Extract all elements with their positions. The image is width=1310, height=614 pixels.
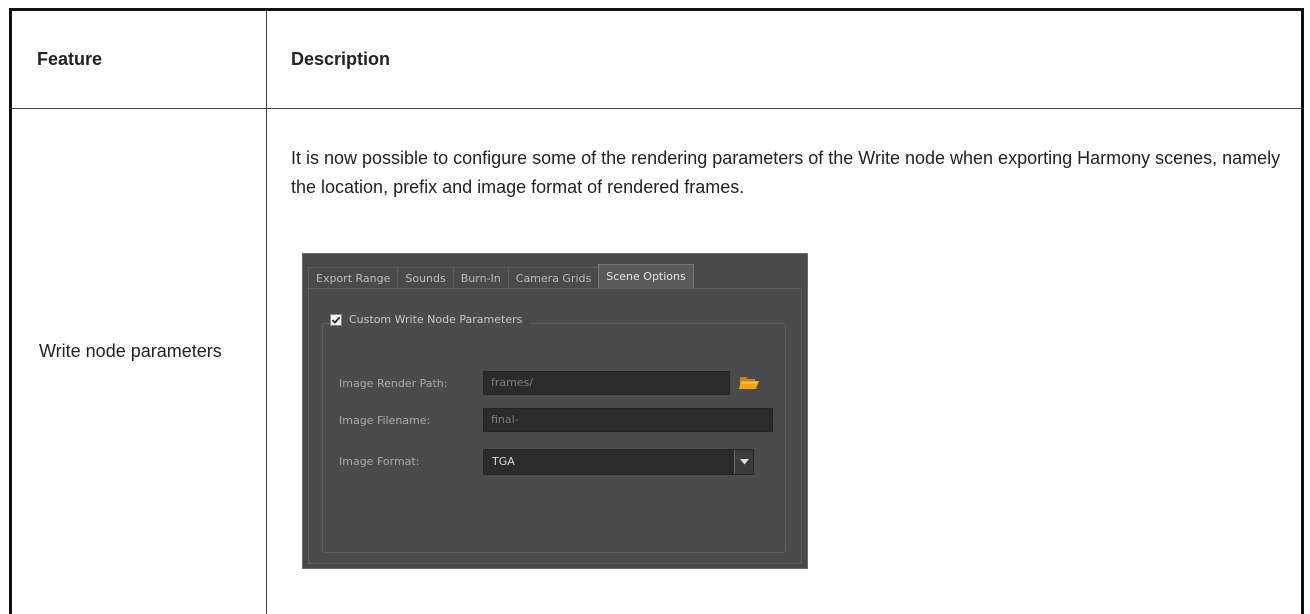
browse-folder-button[interactable] xyxy=(738,373,760,391)
image-format-value: TGA xyxy=(492,455,515,468)
folder-icon xyxy=(739,377,759,389)
render-path-label: Image Render Path: xyxy=(339,377,448,390)
column-divider xyxy=(266,11,267,614)
tab-burn-in[interactable]: Burn-In xyxy=(452,267,509,289)
custom-write-node-label: Custom Write Node Parameters xyxy=(349,313,523,326)
tab-export-range[interactable]: Export Range xyxy=(308,267,399,289)
description-text: It is now possible to configure some of … xyxy=(291,148,1281,197)
header-feature: Feature xyxy=(37,49,103,69)
tab-scene-options[interactable]: Scene Options xyxy=(598,264,694,289)
write-node-groupbox xyxy=(322,323,786,553)
table-header-row: Feature Description xyxy=(12,11,1301,109)
filename-input[interactable]: final- xyxy=(483,408,773,432)
export-settings-dialog-screenshot: Export Range Sounds Burn-In Camera Grids… xyxy=(302,253,808,569)
header-description: Description xyxy=(291,49,391,69)
tab-camera-grids[interactable]: Camera Grids xyxy=(507,267,600,289)
image-format-select[interactable]: TGA xyxy=(483,449,754,475)
checkmark-icon xyxy=(331,316,341,324)
render-path-input[interactable]: frames/ xyxy=(483,371,730,395)
custom-write-node-checkbox[interactable] xyxy=(330,313,342,326)
custom-write-node-toggle[interactable]: Custom Write Node Parameters xyxy=(330,313,531,326)
tab-bar: Export Range Sounds Burn-In Camera Grids… xyxy=(308,264,694,289)
format-dropdown-button[interactable] xyxy=(734,450,753,474)
tab-sounds[interactable]: Sounds xyxy=(397,267,454,289)
scene-options-pane: Custom Write Node Parameters Image Rende… xyxy=(308,288,802,564)
format-label: Image Format: xyxy=(339,455,420,468)
filename-label: Image Filename: xyxy=(339,414,431,427)
chevron-down-icon xyxy=(739,459,749,465)
feature-name-cell: Write node parameters xyxy=(39,341,222,361)
